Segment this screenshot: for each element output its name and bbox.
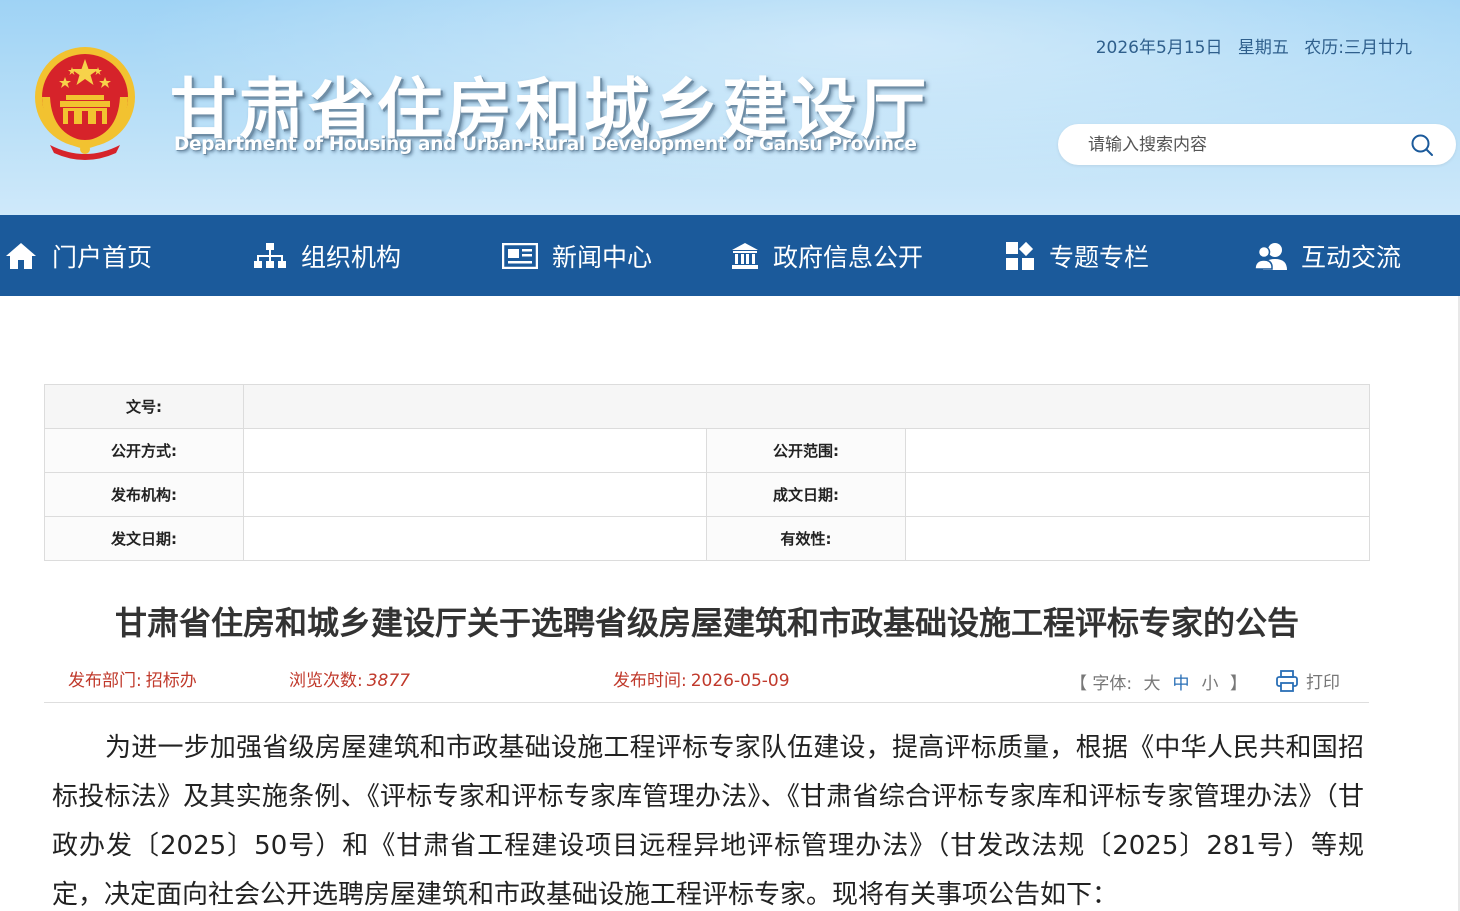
font-size-small[interactable]: 小 (1202, 674, 1219, 694)
nav-item-interaction[interactable]: 互动交流 (1255, 215, 1401, 296)
nav-item-label: 政府信息公开 (773, 242, 924, 272)
open-mode-label: 公开方式: (44, 428, 244, 473)
current-weekday: 星期五 (1237, 38, 1289, 58)
nav-item-label: 新闻中心 (552, 242, 653, 272)
issue-date-value (243, 516, 707, 561)
publish-department-label: 发布部门: (68, 671, 142, 691)
doc-number-label: 文号: (44, 384, 244, 429)
open-mode-value (243, 428, 707, 473)
search-icon[interactable] (1410, 133, 1434, 157)
nav-item-org[interactable]: 组织机构 (253, 215, 401, 296)
nav-item-label: 门户首页 (52, 242, 153, 272)
nav-item-label: 互动交流 (1301, 242, 1402, 272)
table-row: 发布机构: 成文日期: (44, 472, 1371, 517)
issuer-value (243, 472, 707, 517)
doc-number-value (242, 384, 1371, 429)
table-row: 公开方式: 公开范围: (44, 428, 1371, 473)
article-title: 甘肃省住房和城乡建设厅关于选聘省级房屋建筑和市政基础设施工程评标专家的公告 (114, 604, 1299, 642)
font-size-large[interactable]: 大 (1144, 674, 1161, 694)
written-date-value (904, 472, 1371, 517)
nav-item-gov-info[interactable]: 政府信息公开 (731, 215, 923, 296)
font-size-control: 【 字体: 大中小 】 (1070, 669, 1247, 694)
search-box (1058, 124, 1456, 165)
current-date: 2026年5月15日 (1095, 38, 1223, 58)
open-scope-value (904, 428, 1371, 473)
printer-icon (1276, 669, 1298, 692)
article-body: 为进一步加强省级房屋建筑和市政基础设施工程评标专家队伍建设，提高评标质量，根据《… (52, 733, 1364, 910)
table-row: 文号: (44, 384, 1371, 429)
site-header: 甘肃省住房和城乡建设厅 Department of Housing and Ur… (0, 0, 1460, 215)
nav-item-news[interactable]: 新闻中心 (502, 215, 652, 296)
issue-date-label: 发文日期: (44, 516, 244, 561)
nav-item-label: 专题专栏 (1049, 242, 1150, 272)
national-emblem-icon[interactable] (30, 45, 140, 160)
print-label: 打印 (1306, 673, 1340, 693)
search-input[interactable] (1088, 124, 1388, 165)
date-display: 2026年5月15日 星期五 农历:三月廿九 (1096, 33, 1412, 58)
publish-department: 发布部门: 招标办 (68, 666, 197, 691)
view-count-label: 浏览次数: (289, 671, 363, 691)
grid-icon (1006, 241, 1034, 270)
home-icon (6, 242, 36, 269)
view-count-value: 3877 (366, 671, 410, 691)
validity-label: 有效性: (706, 516, 906, 561)
article-info-bar: 发布部门: 招标办 浏览次数: 3877 发布时间: 2026-05-09 【 字体:… (0, 664, 1460, 694)
nav-item-label: 组织机构 (301, 242, 402, 272)
newspaper-icon (502, 242, 538, 269)
document-meta-table: 文号: 公开方式: 公开范围: 发布机构: 成文日期: 发文日期: 有效性: (44, 384, 1371, 561)
font-size-medium[interactable]: 中 (1173, 674, 1190, 694)
font-size-label: 字体: (1092, 674, 1133, 694)
publish-time-label: 发布时间: (613, 671, 687, 691)
table-row: 发文日期: 有效性: (44, 516, 1371, 561)
divider (44, 702, 1369, 703)
print-button[interactable]: 打印 (1276, 668, 1340, 693)
main-nav: 门户首页 组织机构 新闻中心 政府信息公开 专题专栏 互动交流 (0, 215, 1460, 296)
font-bracket-open: 【 (1070, 674, 1087, 694)
org-chart-icon (254, 242, 286, 268)
font-bracket-close: 】 (1229, 674, 1247, 694)
publish-department-value: 招标办 (145, 671, 197, 691)
users-icon (1255, 242, 1287, 270)
open-scope-label: 公开范围: (706, 428, 906, 473)
government-building-icon (732, 242, 758, 269)
validity-value (904, 516, 1371, 561)
publish-time-value: 2026-05-09 (690, 671, 790, 691)
written-date-label: 成文日期: (706, 472, 906, 517)
view-count: 浏览次数: 3877 (289, 666, 410, 691)
nav-item-topics[interactable]: 专题专栏 (1005, 215, 1149, 296)
publish-time: 发布时间: 2026-05-09 (613, 666, 790, 691)
site-subtitle: Department of Housing and Urban-Rural De… (174, 134, 917, 155)
lunar-date: 农历:三月廿九 (1304, 38, 1412, 58)
nav-item-home[interactable]: 门户首页 (4, 215, 152, 296)
issuer-label: 发布机构: (44, 472, 244, 517)
